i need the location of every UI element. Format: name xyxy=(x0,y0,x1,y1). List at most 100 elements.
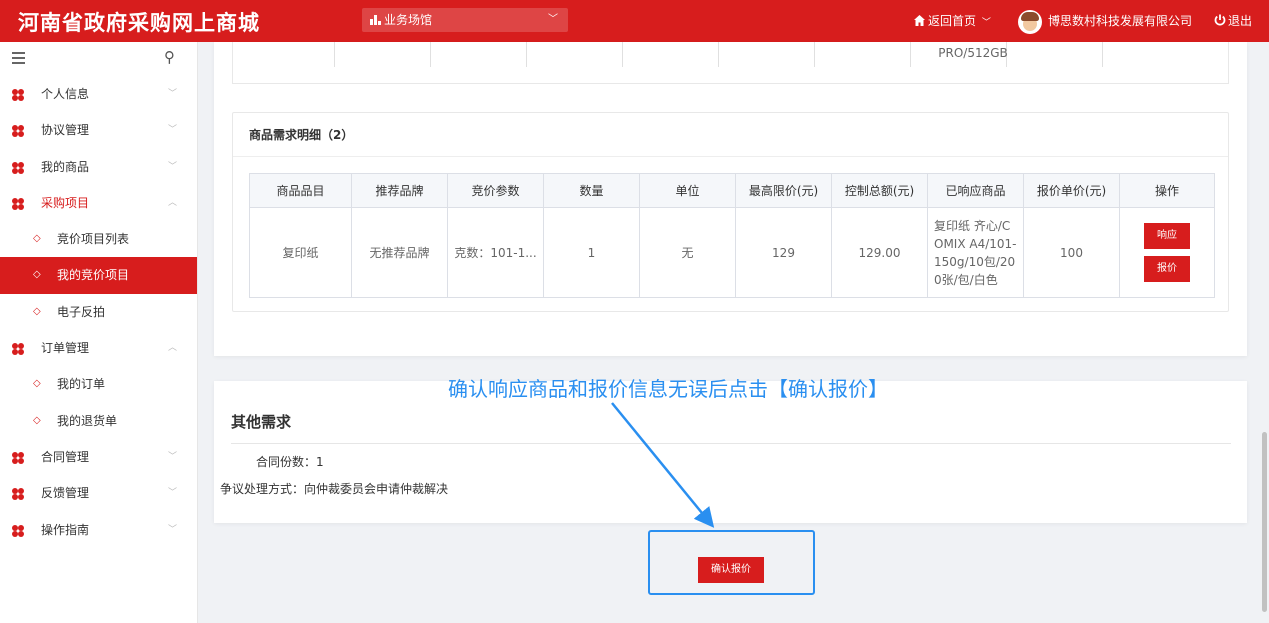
sidebar-item-contracts[interactable]: 合同管理 ﹀ xyxy=(0,439,197,475)
sidebar-item-label: 协议管理 xyxy=(41,123,90,138)
section-title: 其他需求 xyxy=(231,413,292,431)
user-menu[interactable]: 博思数村科技发展有限公司 xyxy=(1018,0,1192,42)
sidebar-item-label: 订单管理 xyxy=(41,341,90,356)
column-header: 单位 xyxy=(639,173,736,208)
section-title: 商品需求明细（2） xyxy=(249,128,354,142)
clover-icon xyxy=(12,197,24,210)
sidebar-item-label: 竞价项目列表 xyxy=(57,232,130,247)
quote-button[interactable]: 报价 xyxy=(1144,256,1190,282)
chevron-down-icon: ﹀ xyxy=(981,18,991,28)
sidebar-item-label: 我的订单 xyxy=(57,377,106,392)
diamond-icon: ◇ xyxy=(33,378,41,390)
clover-icon xyxy=(12,125,24,138)
menu-toggle-icon[interactable] xyxy=(12,52,25,64)
column-header: 最高限价(元) xyxy=(735,173,832,208)
sidebar-subitem-bidding-list[interactable]: ◇ 竞价项目列表 xyxy=(0,221,197,257)
goods-requirement-panel: 商品需求明细（2） 商品品目 推荐品牌 竞价参数 数量 单位 最高限价(元) 控… xyxy=(232,112,1229,312)
sidebar-item-feedback[interactable]: 反馈管理 ﹀ xyxy=(0,475,197,511)
venue-select[interactable]: 业务场馆 ﹀ xyxy=(362,8,568,32)
quote-cell: 100 xyxy=(1023,207,1120,298)
power-icon xyxy=(1214,14,1226,26)
column-header: 报价单价(元) xyxy=(1023,173,1120,208)
sidebar-item-guide[interactable]: 操作指南 ﹀ xyxy=(0,512,197,548)
table-cell: PRO/512GB xyxy=(938,46,1008,60)
category-cell: 复印纸 xyxy=(249,207,352,298)
column-header: 已响应商品 xyxy=(927,173,1024,208)
responded-goods-cell: 复印纸 齐心/COMIX A4/101-150g/10包/200张/包/白色 xyxy=(927,207,1024,298)
clover-icon xyxy=(12,488,24,501)
dispute-resolution: 争议处理方式：向仲裁委员会申请仲裁解决 xyxy=(220,482,449,496)
instruction-annotation: 确认响应商品和报价信息无误后点击【确认报价】 xyxy=(448,377,888,401)
diamond-icon: ◇ xyxy=(33,269,41,281)
home-link-label: 返回首页 xyxy=(928,14,977,28)
sidebar-item-personal-info[interactable]: 个人信息 ﹀ xyxy=(0,76,197,112)
diamond-icon: ◇ xyxy=(33,305,41,317)
diamond-icon: ◇ xyxy=(33,414,41,426)
confirm-quote-button[interactable]: 确认报价 xyxy=(698,557,764,583)
sidebar-item-label: 我的竞价项目 xyxy=(57,268,130,283)
column-header: 竞价参数 xyxy=(447,173,544,208)
unit-cell: 无 xyxy=(639,207,736,298)
scrollbar[interactable] xyxy=(1262,432,1267,612)
logout-label: 退出 xyxy=(1228,14,1253,28)
sidebar-item-label: 反馈管理 xyxy=(41,486,90,501)
sidebar-item-label: 个人信息 xyxy=(41,87,90,101)
quantity-cell: 1 xyxy=(543,207,640,298)
sidebar-subitem-reverse-auction[interactable]: ◇ 电子反拍 xyxy=(0,294,197,330)
clover-icon xyxy=(12,161,24,174)
brand-cell: 无推荐品牌 xyxy=(351,207,448,298)
column-header: 商品品目 xyxy=(249,173,352,208)
other-requirements-card: 其他需求 合同份数：1 争议处理方式：向仲裁委员会申请仲裁解决 xyxy=(214,381,1247,523)
avatar xyxy=(1018,9,1042,34)
sidebar: ⚲ 个人信息 ﹀ 协议管理 ﹀ 我的商品 ﹀ 采购项目 ︿ ◇ 竞价项目列表 ◇… xyxy=(0,42,198,623)
bar-chart-icon xyxy=(370,15,381,25)
table-row: 复印纸 无推荐品牌 克数：101-1... 1 无 129 129.00 复印纸… xyxy=(249,207,1215,298)
chevron-down-icon: ﹀ xyxy=(168,161,178,172)
chevron-down-icon: ﹀ xyxy=(168,524,178,535)
chevron-down-icon: ﹀ xyxy=(168,125,178,136)
clover-icon xyxy=(12,89,24,101)
max-price-cell: 129 xyxy=(735,207,832,298)
sidebar-subitem-my-returns[interactable]: ◇ 我的退货单 xyxy=(0,403,197,439)
sidebar-item-label: 采购项目 xyxy=(41,195,90,210)
sidebar-item-label: 我的退货单 xyxy=(57,413,118,428)
actions-cell: 响应 报价 xyxy=(1119,207,1215,298)
contract-copies: 合同份数：1 xyxy=(256,455,324,469)
total-cell: 129.00 xyxy=(831,207,928,298)
table-header-row: 商品品目 推荐品牌 竞价参数 数量 单位 最高限价(元) 控制总额(元) 已响应… xyxy=(249,173,1215,208)
sidebar-item-label: 合同管理 xyxy=(41,449,90,464)
chevron-down-icon: ﹀ xyxy=(168,451,178,462)
top-header: 河南省政府采购网上商城 业务场馆 ﹀ 返回首页 ﹀ 博思数村科技发展有限公司 退… xyxy=(0,0,1269,42)
respond-button[interactable]: 响应 xyxy=(1144,223,1190,249)
sidebar-item-label: 操作指南 xyxy=(41,522,90,537)
sidebar-item-agreement[interactable]: 协议管理 ﹀ xyxy=(0,112,197,148)
sidebar-toolbar: ⚲ xyxy=(0,42,197,76)
sidebar-subitem-my-orders[interactable]: ◇ 我的订单 xyxy=(0,366,197,402)
home-link[interactable]: 返回首页 ﹀ xyxy=(914,0,991,42)
venue-select-label: 业务场馆 xyxy=(384,13,433,27)
clover-icon xyxy=(12,451,24,464)
home-icon xyxy=(914,15,925,26)
chevron-up-icon: ︿ xyxy=(168,343,178,354)
clover-icon xyxy=(12,524,24,537)
sidebar-item-orders[interactable]: 订单管理 ︿ xyxy=(0,330,197,366)
logout-button[interactable]: 退出 xyxy=(1214,0,1252,42)
column-header: 数量 xyxy=(543,173,640,208)
chevron-down-icon: ﹀ xyxy=(548,14,558,25)
column-header: 控制总额(元) xyxy=(831,173,928,208)
company-name: 博思数村科技发展有限公司 xyxy=(1048,14,1193,28)
chevron-down-icon: ﹀ xyxy=(168,488,178,499)
chevron-up-icon: ︿ xyxy=(168,197,178,208)
previous-table-fragment: PRO/512GB xyxy=(232,42,1229,84)
sidebar-item-procurement[interactable]: 采购项目 ︿ xyxy=(0,185,197,221)
sidebar-item-my-goods[interactable]: 我的商品 ﹀ xyxy=(0,149,197,185)
pin-icon[interactable]: ⚲ xyxy=(164,48,175,66)
sidebar-subitem-my-bidding[interactable]: ◇ 我的竞价项目 xyxy=(0,257,197,294)
site-logo[interactable]: 河南省政府采购网上商城 xyxy=(18,7,260,37)
column-header: 推荐品牌 xyxy=(351,173,448,208)
chevron-down-icon: ﹀ xyxy=(168,89,178,99)
bidding-detail-card: PRO/512GB 商品需求明细（2） 商品品目 推荐品牌 竞价参数 数量 单位… xyxy=(214,42,1247,356)
clover-icon xyxy=(12,343,24,356)
goods-table: 商品品目 推荐品牌 竞价参数 数量 单位 最高限价(元) 控制总额(元) 已响应… xyxy=(249,173,1215,298)
params-cell: 克数：101-1... xyxy=(447,207,544,298)
